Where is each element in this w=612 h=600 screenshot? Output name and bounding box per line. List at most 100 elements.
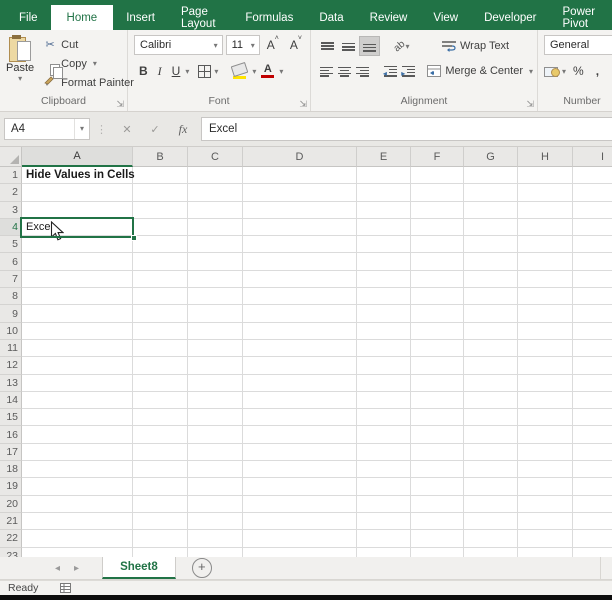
cell-d19[interactable] (243, 478, 357, 496)
cell-c12[interactable] (188, 357, 243, 375)
cell-g14[interactable] (464, 391, 518, 410)
cell-d1[interactable] (243, 167, 357, 185)
cell-f9[interactable] (411, 305, 464, 323)
cell-d2[interactable] (243, 184, 357, 202)
underline-dropdown-caret[interactable]: ▾ (185, 67, 189, 76)
font-size-combobox[interactable]: 11 ▾ (225, 35, 260, 55)
tab-developer[interactable]: Developer (471, 5, 549, 30)
tab-page-layout[interactable]: Page Layout (168, 5, 232, 30)
cell-h3[interactable] (518, 201, 573, 219)
column-header-b[interactable]: B (133, 147, 188, 167)
cell-f23[interactable] (411, 547, 464, 557)
worksheet-grid[interactable]: A B C D E F G H I 1 Hide Values in Cells 2 3 4 Excel 5 6… (0, 147, 612, 557)
tab-formulas[interactable]: Formulas (232, 5, 306, 30)
cell-a8[interactable] (22, 288, 133, 306)
cell-c16[interactable] (188, 426, 243, 444)
cell-b21[interactable] (133, 512, 188, 531)
cell-f4[interactable] (411, 218, 464, 237)
cell-g21[interactable] (464, 512, 518, 531)
cell-g19[interactable] (464, 478, 518, 496)
cell-b7[interactable] (133, 270, 188, 289)
cell-g18[interactable] (464, 461, 518, 479)
tab-view[interactable]: View (420, 5, 471, 30)
fill-color-dropdown-caret[interactable]: ▾ (249, 67, 259, 76)
row-header-10[interactable]: 10 (0, 322, 22, 340)
cell-h14[interactable] (518, 391, 573, 410)
cell-a23[interactable] (22, 547, 133, 557)
cell-a3[interactable] (22, 201, 133, 219)
font-name-combobox[interactable]: Calibri ▾ (134, 35, 223, 55)
tab-review[interactable]: Review (357, 5, 421, 30)
cell-e21[interactable] (357, 512, 411, 531)
cell-c15[interactable] (188, 409, 243, 427)
merge-center-caret[interactable]: ▾ (529, 67, 533, 76)
cell-b2[interactable] (133, 184, 188, 202)
clipboard-dialog-launcher-icon[interactable]: ⇲ (116, 100, 124, 109)
cell-b18[interactable] (133, 461, 188, 479)
cell-f22[interactable] (411, 530, 464, 548)
cell-d13[interactable] (243, 374, 357, 392)
cell-f16[interactable] (411, 426, 464, 444)
select-all-corner[interactable] (0, 147, 22, 167)
borders-dropdown-caret[interactable]: ▾ (211, 67, 221, 76)
cell-f2[interactable] (411, 184, 464, 202)
cell-d5[interactable] (243, 236, 357, 254)
cell-f12[interactable] (411, 357, 464, 375)
underline-button[interactable]: U (167, 64, 186, 78)
cell-f8[interactable] (411, 288, 464, 306)
cell-g15[interactable] (464, 409, 518, 427)
cancel-button[interactable]: ✕ (113, 123, 141, 136)
cell-f20[interactable] (411, 495, 464, 513)
cell-b11[interactable] (133, 339, 188, 358)
insert-function-button[interactable]: fx (169, 122, 197, 137)
cell-i23[interactable] (573, 548, 612, 557)
row-header-5[interactable]: 5 (0, 236, 22, 254)
cell-c6[interactable] (188, 253, 243, 271)
fill-color-button[interactable] (230, 61, 249, 79)
cell-d16[interactable] (243, 426, 357, 444)
cell-h11[interactable] (518, 339, 573, 358)
cell-b12[interactable] (133, 357, 188, 375)
cell-e1[interactable] (357, 167, 411, 185)
font-color-button[interactable]: A (259, 63, 276, 78)
cell-b5[interactable] (133, 236, 188, 254)
cell-c4[interactable] (188, 218, 243, 237)
tab-home[interactable]: Home (50, 5, 114, 30)
cell-c1[interactable] (188, 167, 243, 185)
cell-e2[interactable] (357, 184, 411, 202)
cell-f17[interactable] (411, 443, 464, 462)
cell-e19[interactable] (357, 478, 411, 496)
cell-e3[interactable] (357, 201, 411, 219)
cell-g9[interactable] (464, 305, 518, 323)
column-header-e[interactable]: E (357, 147, 411, 167)
cell-f5[interactable] (411, 236, 464, 254)
accounting-format-button[interactable] (544, 66, 560, 77)
cell-c2[interactable] (188, 184, 243, 202)
cell-h2[interactable] (518, 184, 573, 202)
cell-i15[interactable] (573, 409, 612, 427)
cell-i4[interactable] (573, 219, 612, 237)
cell-c7[interactable] (188, 270, 243, 289)
row-header-3[interactable]: 3 (0, 201, 22, 219)
row-header-11[interactable]: 11 (0, 339, 22, 358)
new-sheet-button[interactable]: + (191, 558, 212, 578)
bold-button[interactable]: B (134, 64, 153, 78)
cell-b19[interactable] (133, 478, 188, 496)
cell-b6[interactable] (133, 253, 188, 271)
cell-b1[interactable] (133, 167, 188, 185)
cell-g2[interactable] (464, 184, 518, 202)
cell-e13[interactable] (357, 374, 411, 392)
paste-dropdown-caret[interactable]: ▾ (18, 74, 22, 83)
middle-align-button[interactable] (338, 36, 359, 56)
row-header-16[interactable]: 16 (0, 426, 22, 444)
cell-f3[interactable] (411, 201, 464, 219)
cell-f6[interactable] (411, 253, 464, 271)
cell-g12[interactable] (464, 357, 518, 375)
row-header-9[interactable]: 9 (0, 305, 22, 323)
cell-f19[interactable] (411, 478, 464, 496)
cell-d12[interactable] (243, 357, 357, 375)
cell-i14[interactable] (573, 392, 612, 410)
cell-b8[interactable] (133, 288, 188, 306)
cell-i10[interactable] (573, 323, 612, 340)
font-color-dropdown-caret[interactable]: ▾ (276, 67, 286, 76)
